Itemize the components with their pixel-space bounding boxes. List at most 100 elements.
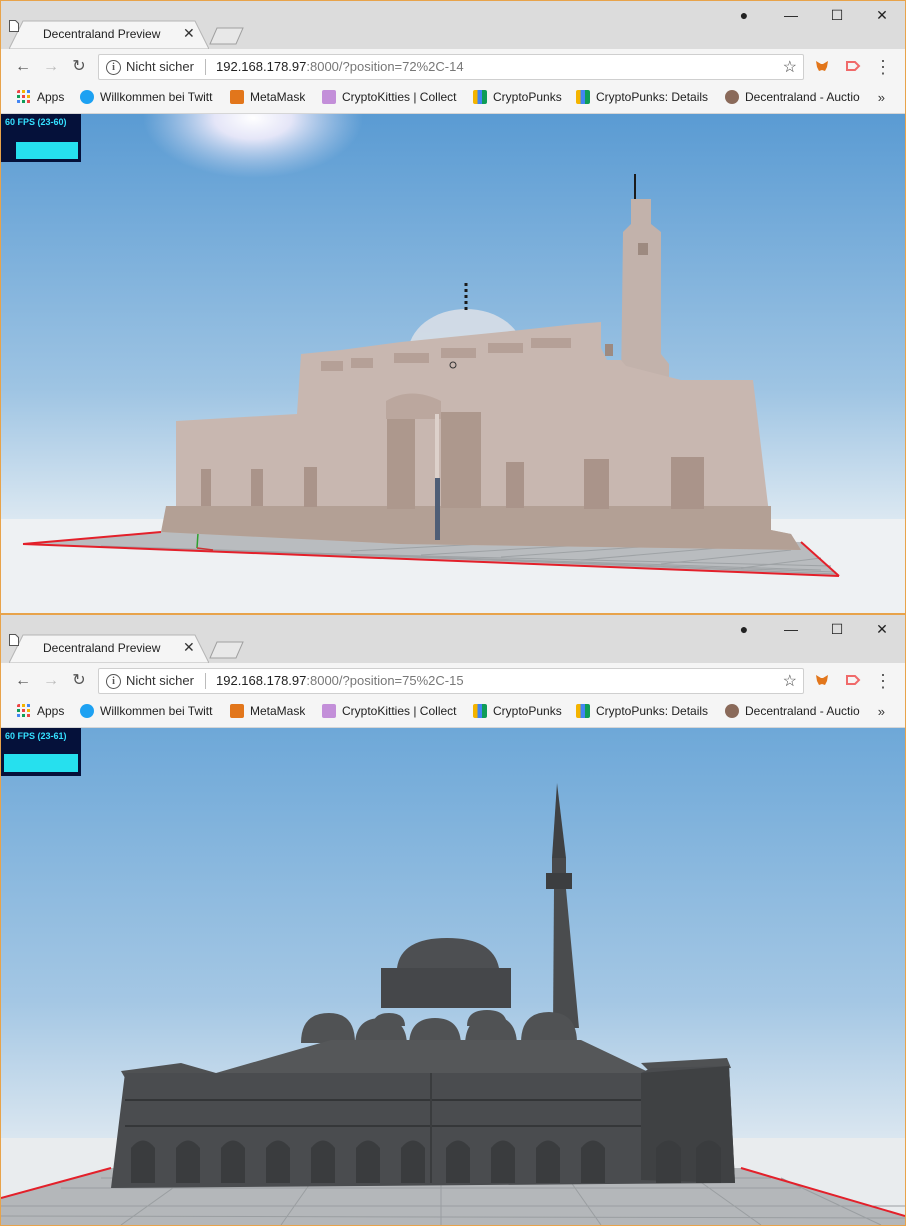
- bookmark-cryptokitties[interactable]: CryptoKitties | Collect: [322, 90, 458, 108]
- toolbar: ← → ↻ i Nicht sicher 192.168.178.97:8000…: [1, 49, 905, 85]
- bookmark-metamask[interactable]: MetaMask: [230, 90, 305, 108]
- new-tab-button[interactable]: [209, 27, 245, 45]
- bookmark-label: CryptoPunks: [493, 704, 562, 718]
- extension-icon[interactable]: [845, 672, 861, 688]
- bookmark-label: CryptoKitties | Collect: [342, 90, 457, 104]
- bookmark-label: Decentraland - Auctio: [745, 90, 860, 104]
- minimize-icon[interactable]: —: [781, 7, 801, 23]
- bookmark-label: CryptoKitties | Collect: [342, 704, 457, 718]
- bookmark-label: CryptoPunks: Details: [596, 704, 709, 718]
- tab-decentraland-preview[interactable]: Decentraland Preview ✕: [9, 634, 209, 664]
- bookmark-label: CryptoPunks: Details: [596, 90, 709, 104]
- mosque-scene-2: [1, 728, 905, 1225]
- url-text[interactable]: 192.168.178.97:8000/?position=72%2C-14: [216, 59, 464, 74]
- apps-grid-icon: [17, 90, 30, 103]
- decentraland-icon: [725, 704, 739, 718]
- scene-viewport-1[interactable]: 60 FPS (23-60): [1, 58, 905, 613]
- apps-grid-icon: [17, 704, 30, 717]
- arrow-right-icon[interactable]: →: [41, 671, 61, 691]
- metamask-extension-icon[interactable]: [814, 672, 830, 688]
- maximize-icon[interactable]: ☐: [827, 621, 847, 638]
- chart-bars-icon: [473, 90, 487, 104]
- minimize-icon[interactable]: —: [781, 621, 801, 637]
- profile-icon[interactable]: ●: [734, 621, 754, 637]
- url-path: :8000/?position=72%2C-14: [306, 59, 464, 74]
- close-tab-icon[interactable]: ✕: [183, 639, 195, 656]
- new-tab-button[interactable]: [209, 641, 245, 659]
- bookmark-apps[interactable]: Apps: [17, 704, 64, 722]
- mosque-scene-1: [1, 58, 905, 613]
- more-vert-icon[interactable]: ⋮: [873, 671, 893, 691]
- fps-counter: 60 FPS (23-60): [1, 114, 81, 162]
- security-label: Nicht sicher: [126, 673, 194, 688]
- bookmark-twitter[interactable]: Willkommen bei Twitt: [80, 704, 216, 722]
- chart-bars-icon: [576, 704, 590, 718]
- bookmark-decentraland[interactable]: Decentraland - Auctio: [725, 704, 863, 722]
- bookmark-apps[interactable]: Apps: [17, 90, 64, 108]
- page-icon: [9, 634, 19, 646]
- bookmarks-bar: Apps Willkommen bei Twitt MetaMask Crypt…: [1, 85, 905, 114]
- arrow-left-icon[interactable]: ←: [13, 671, 33, 691]
- extension-icon[interactable]: [845, 58, 861, 74]
- browser-window-1: Decentraland Preview ✕ ● — ☐ ✕ ← → ↻ i N…: [0, 0, 906, 614]
- more-vert-icon[interactable]: ⋮: [873, 57, 893, 77]
- address-bar[interactable]: i Nicht sicher 192.168.178.97:8000/?posi…: [98, 54, 804, 80]
- url-text[interactable]: 192.168.178.97:8000/?position=75%2C-15: [216, 673, 464, 688]
- url-host: 192.168.178.97: [216, 59, 307, 74]
- bookmark-label: CryptoPunks: [493, 90, 562, 104]
- tab-title: Decentraland Preview: [43, 27, 161, 41]
- scene-viewport-2[interactable]: 60 FPS (23-61): [1, 728, 905, 1225]
- cryptokitties-icon: [322, 90, 336, 104]
- close-window-icon[interactable]: ✕: [872, 7, 892, 24]
- bookmark-twitter[interactable]: Willkommen bei Twitt: [80, 90, 216, 108]
- divider: [205, 673, 206, 689]
- info-icon[interactable]: i: [106, 60, 121, 75]
- address-bar[interactable]: i Nicht sicher 192.168.178.97:8000/?posi…: [98, 668, 804, 694]
- divider: [205, 59, 206, 75]
- page-icon: [9, 20, 19, 32]
- metamask-icon: [230, 90, 244, 104]
- bookmark-cryptopunks[interactable]: CryptoPunks: [473, 90, 562, 108]
- chevron-more-icon[interactable]: »: [878, 704, 885, 719]
- star-icon[interactable]: ☆: [783, 671, 797, 691]
- chevron-more-icon[interactable]: »: [878, 90, 885, 105]
- metamask-icon: [230, 704, 244, 718]
- chart-bars-icon: [576, 90, 590, 104]
- bookmark-decentraland[interactable]: Decentraland - Auctio: [725, 90, 863, 108]
- url-host: 192.168.178.97: [216, 673, 307, 688]
- fps-label: 60 FPS (23-60): [5, 117, 67, 127]
- profile-icon[interactable]: ●: [734, 7, 754, 23]
- title-bar: Decentraland Preview ✕ ● — ☐ ✕: [1, 615, 905, 664]
- twitter-icon: [80, 90, 94, 104]
- toolbar: ← → ↻ i Nicht sicher 192.168.178.97:8000…: [1, 663, 905, 699]
- reload-icon[interactable]: ↻: [69, 671, 89, 691]
- maximize-icon[interactable]: ☐: [827, 7, 847, 24]
- fps-counter: 60 FPS (23-61): [1, 728, 81, 776]
- title-bar: Decentraland Preview ✕ ● — ☐ ✕: [1, 1, 905, 50]
- tab-decentraland-preview[interactable]: Decentraland Preview ✕: [9, 20, 209, 50]
- fps-graph: [4, 754, 78, 772]
- bookmark-cryptopunks-details[interactable]: CryptoPunks: Details: [576, 704, 710, 722]
- close-tab-icon[interactable]: ✕: [183, 25, 195, 42]
- star-icon[interactable]: ☆: [783, 57, 797, 77]
- bookmark-label: Willkommen bei Twitt: [100, 90, 213, 104]
- security-label: Nicht sicher: [126, 59, 194, 74]
- info-icon[interactable]: i: [106, 674, 121, 689]
- arrow-right-icon[interactable]: →: [41, 57, 61, 77]
- chart-bars-icon: [473, 704, 487, 718]
- close-window-icon[interactable]: ✕: [872, 621, 892, 638]
- arrow-left-icon[interactable]: ←: [13, 57, 33, 77]
- bookmark-cryptopunks-details[interactable]: CryptoPunks: Details: [576, 90, 710, 108]
- bookmark-cryptokitties[interactable]: CryptoKitties | Collect: [322, 704, 458, 722]
- bookmark-label: MetaMask: [250, 704, 306, 718]
- bookmark-cryptopunks[interactable]: CryptoPunks: [473, 704, 562, 722]
- cryptokitties-icon: [322, 704, 336, 718]
- bookmark-label: Apps: [37, 704, 65, 718]
- twitter-icon: [80, 704, 94, 718]
- reload-icon[interactable]: ↻: [69, 57, 89, 77]
- decentraland-icon: [725, 90, 739, 104]
- bookmark-label: Willkommen bei Twitt: [100, 704, 213, 718]
- metamask-extension-icon[interactable]: [814, 58, 830, 74]
- bookmark-metamask[interactable]: MetaMask: [230, 704, 305, 722]
- fps-graph: [16, 142, 78, 159]
